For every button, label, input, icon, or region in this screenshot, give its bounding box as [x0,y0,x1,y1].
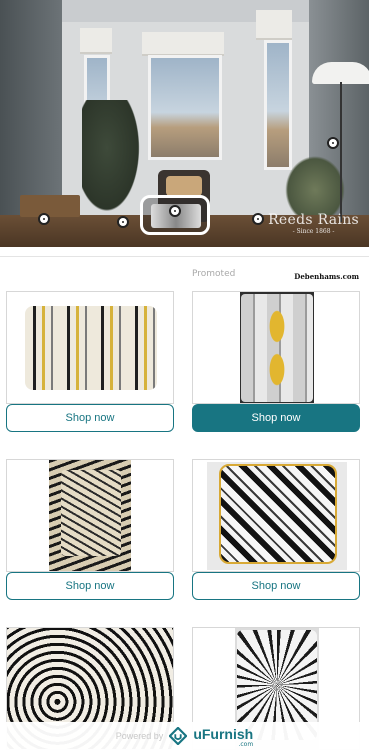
ufurnish-logo-text: uFurnish [193,726,254,742]
shop-now-button[interactable]: Shop now [6,404,174,432]
product-image [219,464,337,564]
brand-watermark-since: - Since 1868 - [292,228,335,235]
shop-now-button[interactable]: Shop now [192,404,360,432]
hotspot-marker[interactable] [38,213,50,225]
hotspot-marker[interactable] [169,205,181,217]
ufurnish-logo-suffix: .com [238,741,254,748]
powered-by-label: Powered by [115,731,164,741]
window-blind [80,28,112,54]
room-hero-image: Reeds Rains - Since 1868 - [0,0,369,247]
product-card[interactable] [192,459,360,572]
product-card[interactable] [6,291,174,404]
ufurnish-logo-icon [169,727,188,745]
ufurnish-logo[interactable]: uFurnish .com [193,724,253,748]
floor-lamp-shade [312,62,369,84]
hotspot-marker[interactable] [117,216,129,228]
hotspot-marker[interactable] [327,137,339,149]
product-card[interactable] [6,459,174,572]
section-divider [0,256,369,257]
product-card[interactable] [192,291,360,404]
side-table [20,195,80,217]
brand-watermark-name: Reeds Rains [268,212,359,228]
window-blind [256,10,292,40]
shop-now-button[interactable]: Shop now [192,572,360,600]
brand-watermark-logo: Reeds Rains - Since 1868 - [268,212,359,235]
product-image [25,306,157,390]
hotspot-marker[interactable] [252,213,264,225]
product-image [61,470,121,556]
window-blind [142,32,224,56]
floor-lamp-stem [340,82,342,222]
plant [82,100,144,220]
window [148,55,222,160]
product-image [241,294,313,402]
powered-by-footer: Powered by uFurnish .com [0,722,369,750]
chair-cushion [166,176,202,196]
promoted-label: Promoted [192,269,236,279]
shop-now-button[interactable]: Shop now [6,572,174,600]
retailer-logo[interactable]: Debenhams.com [294,272,359,281]
